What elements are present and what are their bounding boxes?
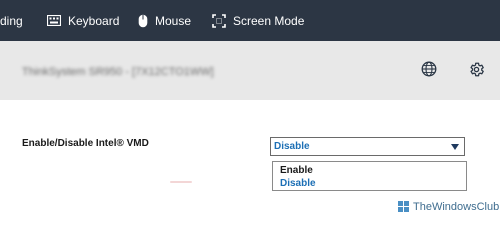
system-header: ThinkSystem SR950 - [7X12CTO1WW] [0,41,500,100]
chevron-down-icon [451,144,459,150]
toolbar-item-mouse[interactable]: Mouse [138,0,191,41]
vmd-setting-label: Enable/Disable Intel® VMD [22,138,149,149]
globe-icon [421,61,437,77]
toolbar-item-clipped[interactable]: ding [0,0,23,41]
toolbar-item-screen-mode-label: Screen Mode [233,13,305,28]
toolbar-item-clipped-label: ding [0,13,23,28]
gear-icon [469,62,484,76]
toolbar-item-keyboard-label: Keyboard [68,13,120,28]
settings-button[interactable] [465,58,487,80]
vmd-select-value: Disable [274,141,310,152]
remote-console-toolbar: ding Keyboard Mouse Screen Mode [0,0,500,41]
toolbar-item-mouse-label: Mouse [155,13,192,28]
language-button[interactable] [418,58,440,80]
toolbar-item-screen-mode[interactable]: Screen Mode [212,0,304,41]
windows-logo-icon [398,201,410,213]
dropdown-option-disable[interactable]: Disable [280,178,316,189]
watermark: TheWindowsClub [398,201,499,213]
vmd-dropdown-list: Enable Disable [272,161,467,191]
system-title: ThinkSystem SR950 - [7X12CTO1WW] [22,66,214,78]
keyboard-icon [47,15,61,26]
fullscreen-icon [212,13,226,28]
vmd-select[interactable]: Disable [270,137,465,156]
watermark-text: TheWindowsClub [413,201,500,213]
mouse-icon [138,14,148,27]
dropdown-option-enable[interactable]: Enable [280,165,313,176]
faint-artifact [170,181,192,183]
toolbar-item-keyboard[interactable]: Keyboard [47,0,119,41]
